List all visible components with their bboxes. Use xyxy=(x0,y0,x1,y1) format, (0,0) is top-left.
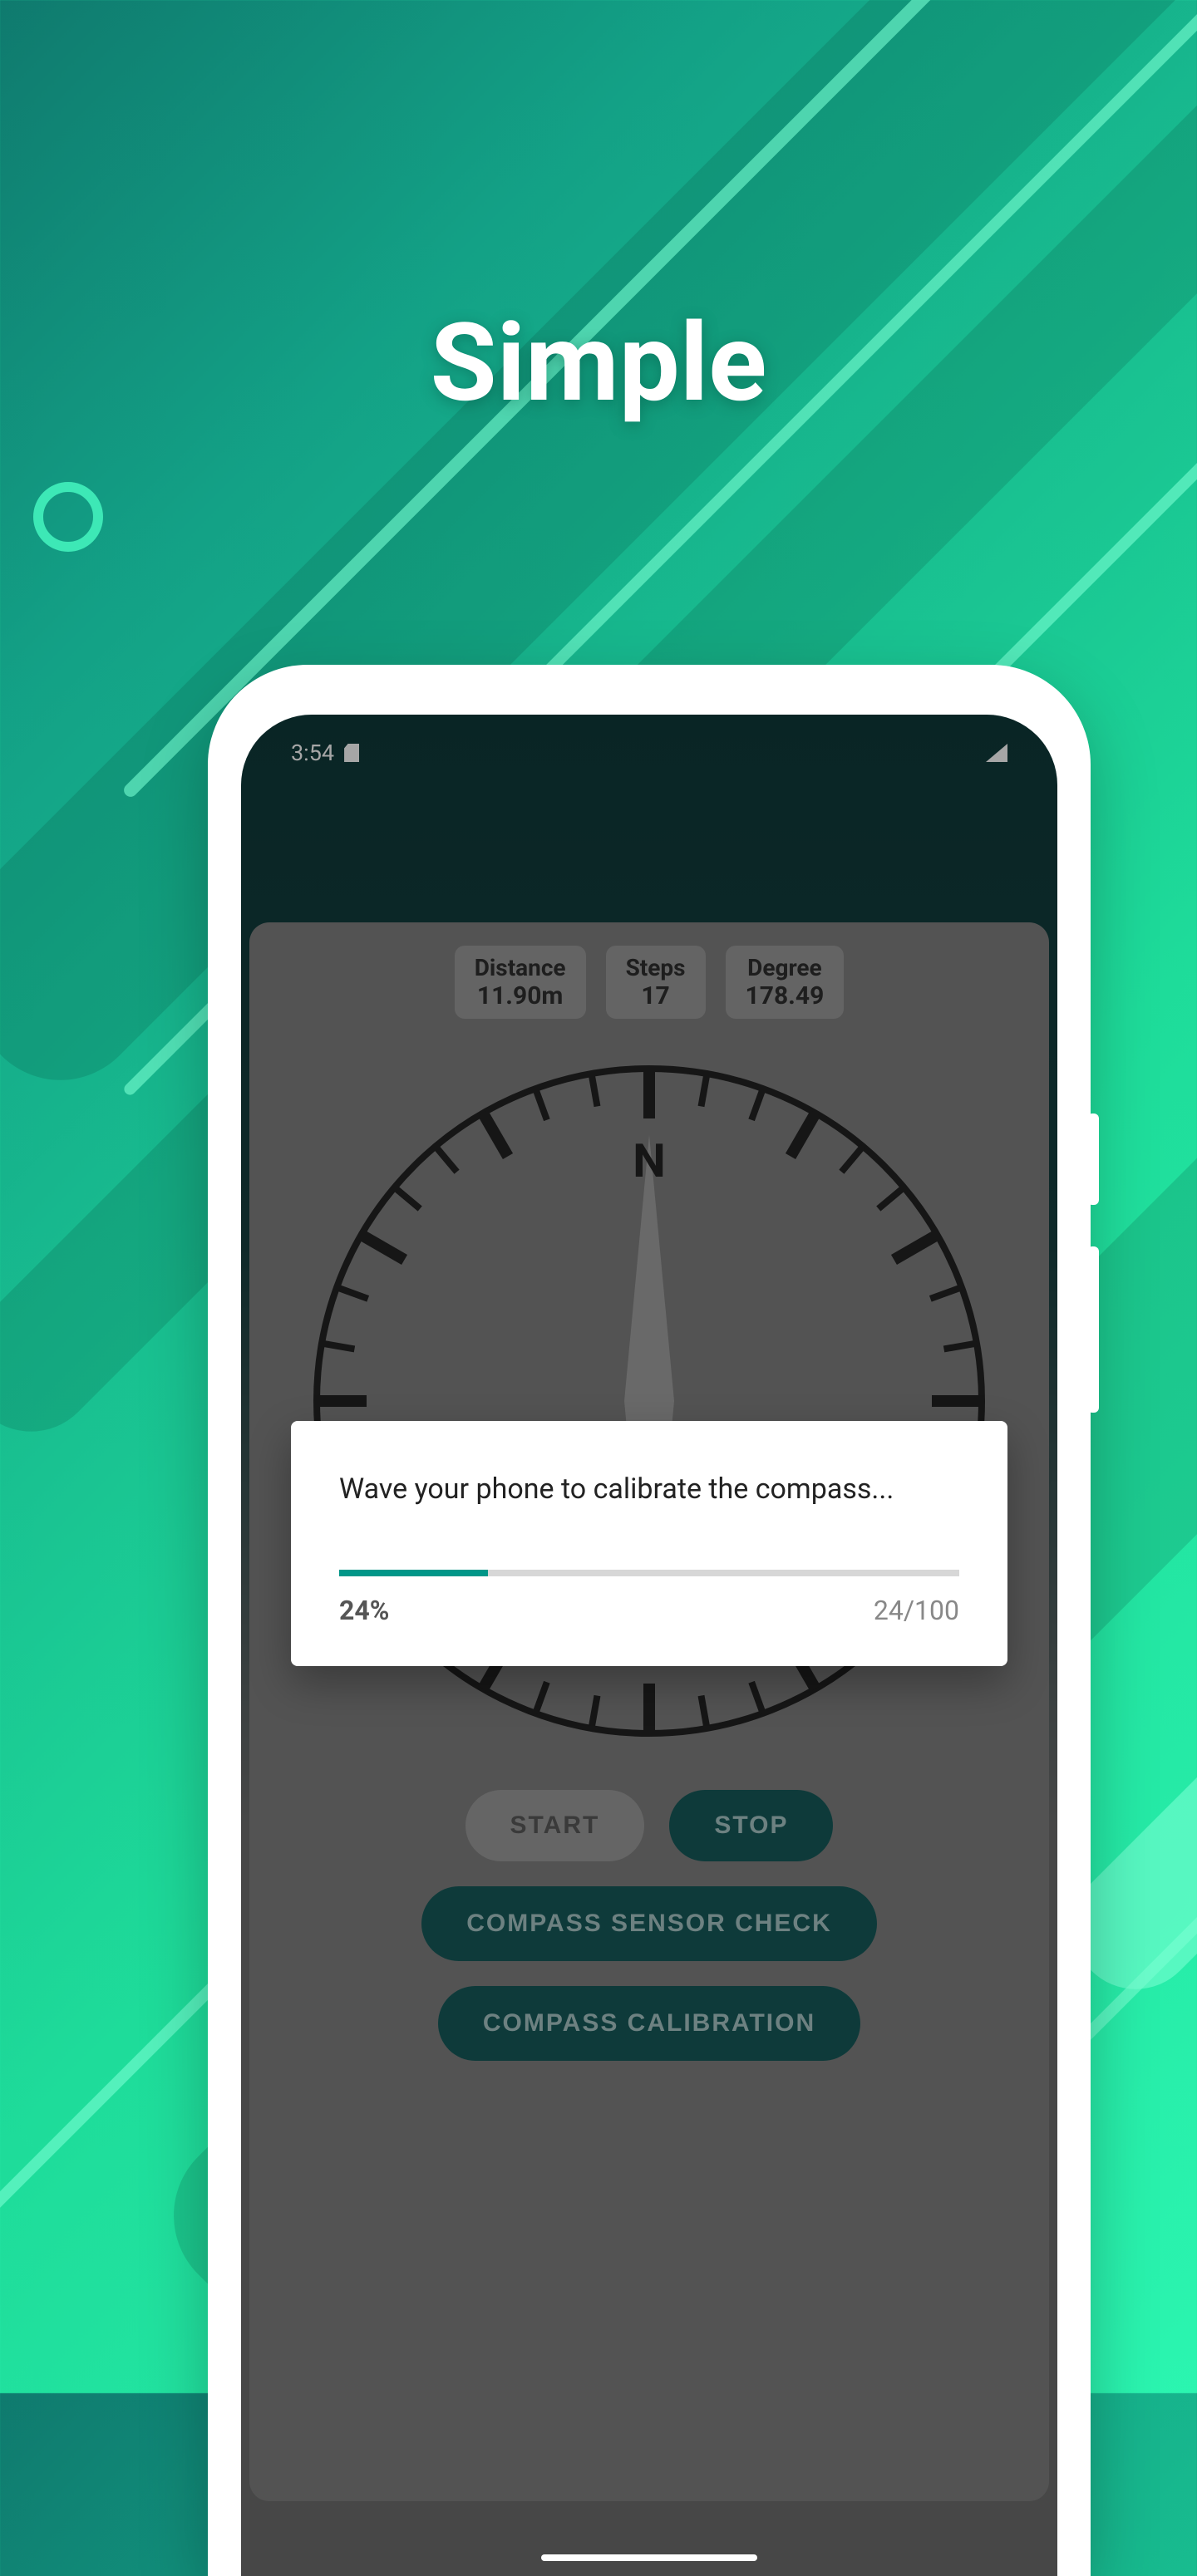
home-indicator xyxy=(541,2554,757,2561)
phone-mockup: 3:54 Distance 11.90m Steps 17 Degr xyxy=(208,665,1091,2576)
progress-percent: 24% xyxy=(339,1595,389,1626)
progress-fraction: 24/100 xyxy=(874,1595,959,1626)
phone-screen: 3:54 Distance 11.90m Steps 17 Degr xyxy=(241,715,1057,2576)
hardware-button xyxy=(1087,1113,1099,1205)
progress-bar xyxy=(339,1570,959,1576)
hero-title: Simple xyxy=(0,299,1197,426)
hardware-button xyxy=(1087,1246,1099,1413)
progress-fill xyxy=(339,1570,488,1576)
decorative-circle xyxy=(33,482,103,552)
dialog-message: Wave your phone to calibrate the compass… xyxy=(339,1469,959,1510)
calibration-dialog: Wave your phone to calibrate the compass… xyxy=(291,1421,1007,1666)
